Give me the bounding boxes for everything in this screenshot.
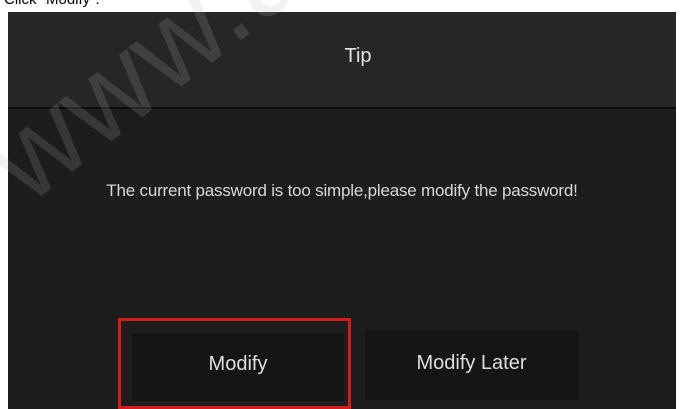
- modify-button[interactable]: Modify: [132, 333, 344, 401]
- instruction-text: Click "Modify".: [4, 0, 100, 9]
- modify-later-button[interactable]: Modify Later: [365, 330, 578, 400]
- tip-dialog: Tip The current password is too simple,p…: [8, 12, 676, 409]
- password-warning-message: The current password is too simple,pleas…: [106, 181, 578, 200]
- dialog-title: Tip: [344, 45, 372, 67]
- screenshot-page: Click "Modify". Tip The current password…: [0, 0, 685, 409]
- dialog-body: The current password is too simple,pleas…: [8, 109, 676, 409]
- dialog-header: Tip: [8, 12, 676, 109]
